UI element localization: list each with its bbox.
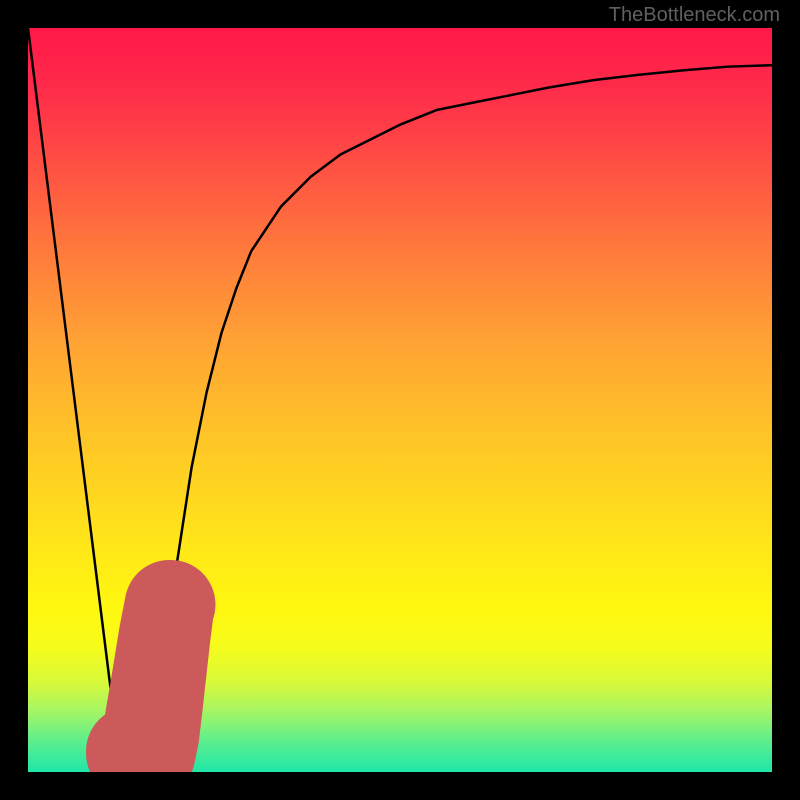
highlight-segment — [131, 605, 171, 755]
chart-svg — [28, 28, 772, 772]
watermark-text: TheBottleneck.com — [609, 4, 780, 27]
plot-area — [28, 28, 772, 772]
